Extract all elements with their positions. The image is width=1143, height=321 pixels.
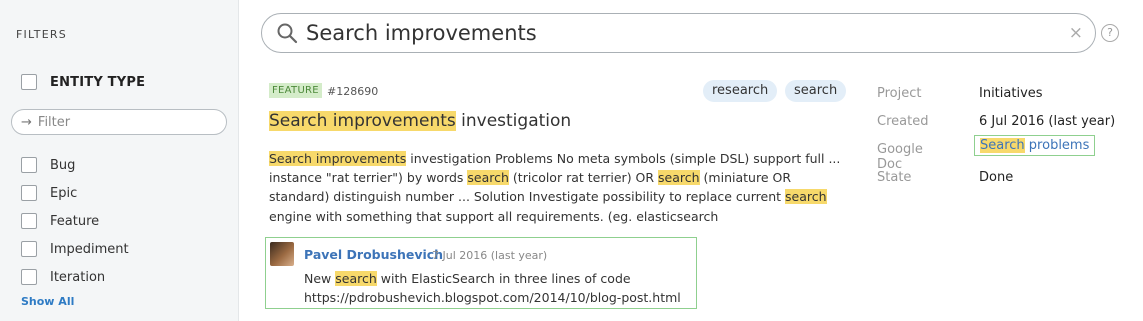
filters-sidebar: FILTERS ENTITY TYPE → Bug Epic Feature I… [0, 0, 239, 321]
entity-type-label: ENTITY TYPE [50, 74, 146, 90]
type-label: Feature [50, 213, 100, 229]
filter-input[interactable] [37, 114, 208, 130]
comment-highlight: search [335, 271, 377, 286]
comment-url: https://pdrobushevich.blogspot.com/2014/… [304, 290, 681, 305]
type-item-bug[interactable]: Bug [21, 151, 129, 179]
comment-date: 7 Jul 2016 (last year) [432, 249, 547, 262]
avatar [270, 242, 294, 266]
result-snippet: Search improvements investigation Proble… [269, 149, 849, 226]
type-label: Bug [50, 157, 76, 173]
doc-link-rest: problems [1024, 138, 1090, 153]
snippet-segment: search [785, 189, 827, 205]
comment-text: New search with ElasticSearch in three l… [304, 269, 681, 307]
google-doc-link[interactable]: Search problems [974, 135, 1096, 156]
comment-date-value: 7 Jul 2016 [432, 249, 488, 262]
search-input[interactable] [306, 21, 1046, 45]
type-item-epic[interactable]: Epic [21, 179, 129, 207]
prop-value-project[interactable]: Initiatives [979, 86, 1043, 101]
entity-type-filter[interactable]: ENTITY TYPE [21, 74, 145, 90]
title-highlight: Search improvements [269, 111, 456, 131]
doc-highlight: Search [980, 138, 1025, 153]
type-checkbox[interactable] [21, 213, 37, 229]
comment-match[interactable]: Pavel Drobushevich 7 Jul 2016 (last year… [265, 237, 697, 309]
show-all-link[interactable]: Show All [21, 295, 74, 308]
type-label: Epic [50, 185, 78, 201]
entity-type-list: Bug Epic Feature Impediment Iteration [21, 151, 129, 291]
help-icon[interactable]: ? [1101, 24, 1119, 42]
comment-text-part: New [304, 271, 336, 286]
type-checkbox[interactable] [21, 241, 37, 257]
tag-research[interactable]: research [703, 80, 778, 102]
comment-text-part: with ElasticSearch in three lines of cod… [376, 271, 631, 286]
snippet-segment: search [467, 170, 509, 186]
type-item-iteration[interactable]: Iteration [21, 263, 129, 291]
prop-label-project: Project [877, 86, 922, 101]
snippet-segment: (tricolor rat terrier) OR [508, 170, 659, 186]
entity-id[interactable]: #128690 [327, 85, 378, 98]
prop-value-created: 6 Jul 2016 (last year) [979, 114, 1116, 129]
snippet-segment: Search improvements [269, 151, 407, 166]
type-checkbox[interactable] [21, 157, 37, 173]
type-label: Impediment [50, 241, 129, 257]
type-checkbox[interactable] [21, 185, 37, 201]
prop-label-google-doc: Google Doc [877, 142, 923, 172]
search-bar[interactable]: × [261, 13, 1096, 53]
type-item-feature[interactable]: Feature [21, 207, 129, 235]
type-checkbox[interactable] [21, 269, 37, 285]
prop-value-state: Done [979, 170, 1014, 185]
search-icon [277, 23, 298, 44]
comment-date-relative: (last year) [490, 249, 548, 262]
title-rest: investigation [455, 111, 572, 131]
prop-label-state: State [877, 170, 912, 185]
comment-author[interactable]: Pavel Drobushevich [304, 247, 443, 262]
tag-search[interactable]: search [785, 80, 847, 102]
snippet-segment: engine with something that support all r… [269, 208, 719, 224]
entity-type-checkbox[interactable] [21, 74, 37, 90]
type-item-impediment[interactable]: Impediment [21, 235, 129, 263]
prop-label-created: Created [877, 114, 929, 129]
snippet-segment: search [658, 170, 700, 186]
arrow-right-icon: → [21, 114, 32, 130]
filter-input-box[interactable]: → [11, 109, 227, 135]
type-label: Iteration [50, 269, 106, 285]
result-title[interactable]: Search improvements investigation [269, 111, 571, 131]
clear-icon[interactable]: × [1069, 23, 1083, 43]
filters-title: FILTERS [16, 28, 67, 41]
entity-type-badge: FEATURE [269, 83, 322, 98]
